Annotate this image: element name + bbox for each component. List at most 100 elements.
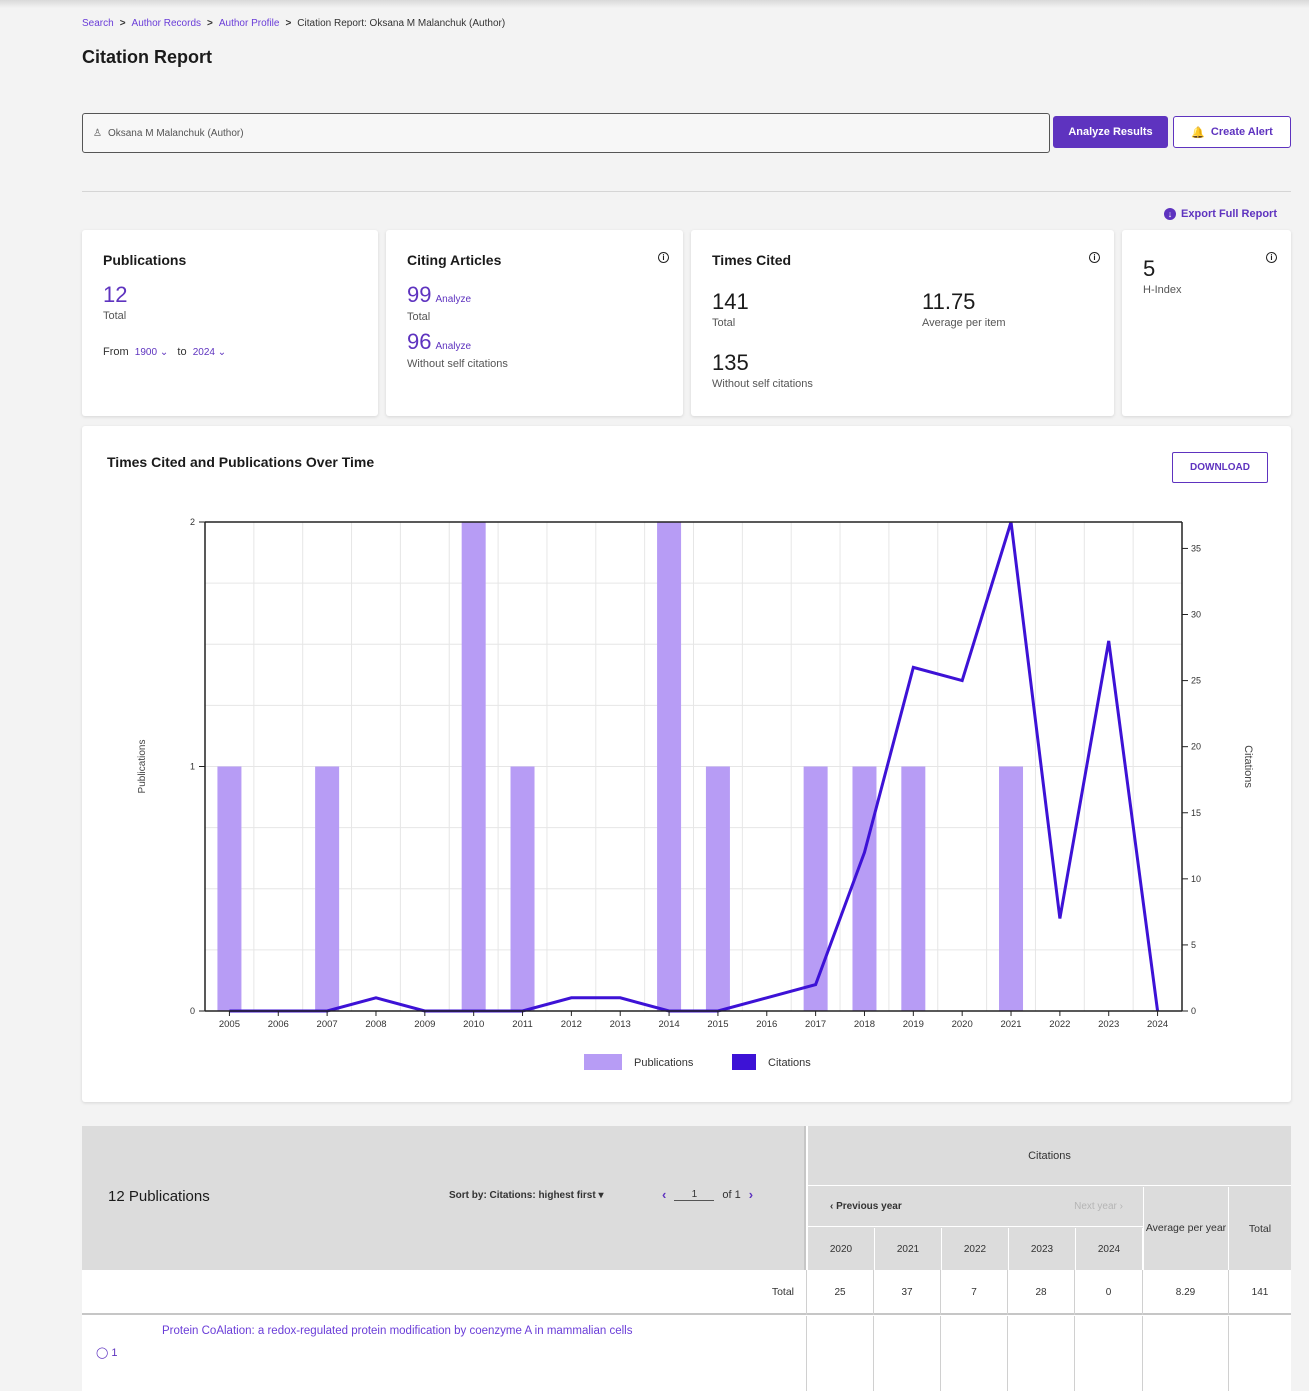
to-year-select[interactable]: 2024 ⌄: [193, 347, 226, 358]
info-icon[interactable]: i: [658, 252, 669, 263]
y-right-tick-label: 0: [1191, 1006, 1196, 1016]
pagination: ‹ 1 of 1 ›: [662, 1187, 753, 1202]
year-header: 2024: [1076, 1228, 1143, 1270]
sort-label: Sort by: Citations: highest first: [449, 1190, 596, 1201]
citations-publications-chart: 012051015202530352005 2006 2007 2008 2009 201…: [137, 517, 1254, 1070]
cell-border: [873, 1316, 874, 1391]
average-per-item: 11.75: [922, 289, 976, 314]
x-tick-label: 2016: [756, 1019, 777, 1030]
y-right-tick-label: 20: [1191, 742, 1201, 752]
next-year-label: Next year: [1074, 1201, 1117, 1212]
page-input[interactable]: 1: [674, 1189, 715, 1201]
export-full-report-link[interactable]: ↓ Export Full Report: [1164, 208, 1277, 220]
publications-total-label: Total: [103, 310, 127, 322]
analyze-citing-link[interactable]: Analyze: [435, 294, 471, 305]
x-tick-label: 2018: [854, 1019, 875, 1030]
y-tick-label: 2: [190, 517, 195, 527]
citing-title: Citing Articles: [407, 252, 502, 268]
citing-without-self[interactable]: 96: [407, 329, 431, 354]
year-header: 2023: [1009, 1228, 1076, 1270]
y-right-axis-label: Citations: [1242, 745, 1254, 788]
analyze-results-button[interactable]: Analyze Results: [1053, 116, 1168, 148]
publications-card: Publications 12 Total From 1900 ⌄ to 202…: [82, 230, 378, 416]
from-year-select[interactable]: 1900 ⌄: [135, 347, 168, 358]
info-icon[interactable]: i: [1266, 252, 1277, 263]
year-range: From 1900 ⌄ to 2024 ⌄: [103, 346, 357, 358]
total-header: Total: [1228, 1187, 1291, 1270]
y-right-tick-label: 10: [1191, 874, 1201, 884]
total-cell: 37: [873, 1270, 940, 1315]
person-icon: ♙: [93, 127, 102, 139]
from-year-value: 1900: [134, 347, 158, 358]
download-icon: ↓: [1164, 208, 1177, 220]
bell-icon: 🔔: [1191, 126, 1205, 139]
x-tick-label: 2010: [463, 1019, 484, 1030]
legend-label-publications: Publications: [634, 1057, 694, 1069]
avg-total-cell: 8.29: [1142, 1270, 1228, 1315]
year-nav: ‹ Previous year Next year ›: [808, 1187, 1143, 1227]
previous-year-button[interactable]: ‹ Previous year: [830, 1201, 902, 1212]
x-tick-label: 2022: [1049, 1019, 1070, 1030]
average-per-year-header: Average per year: [1143, 1187, 1228, 1270]
x-tick-label: 2013: [610, 1019, 631, 1030]
times-cited-title: Times Cited: [712, 252, 792, 268]
breadcrumb-author-records[interactable]: Author Records: [132, 18, 201, 29]
x-tick-label: 2008: [365, 1019, 386, 1030]
next-year-button[interactable]: Next year ›: [1074, 1201, 1123, 1212]
publication-bar: [999, 766, 1024, 1011]
x-tick-label: 2006: [268, 1019, 289, 1030]
y-right-tick-label: 30: [1191, 610, 1201, 620]
x-tick-label: 2019: [903, 1019, 924, 1030]
x-tick-label: 2017: [805, 1019, 826, 1030]
publication-bar: [217, 766, 242, 1011]
total-cell: 25: [806, 1270, 873, 1315]
prev-page-icon[interactable]: ‹: [662, 1187, 666, 1202]
info-icon[interactable]: i: [1089, 252, 1100, 263]
h-index-label: H-Index: [1143, 284, 1182, 296]
y-right-tick-label: 35: [1191, 543, 1201, 553]
legend-swatch-citations: [732, 1054, 756, 1070]
x-tick-label: 2005: [219, 1019, 240, 1030]
publication-title-link[interactable]: Protein CoAlation: a redox-regulated pro…: [162, 1325, 632, 1337]
create-alert-button[interactable]: 🔔 Create Alert: [1173, 116, 1291, 148]
export-label: Export Full Report: [1181, 208, 1277, 220]
publication-bar: [803, 766, 828, 1011]
total-cell: 28: [1007, 1270, 1074, 1315]
cell-border: [1007, 1316, 1008, 1391]
publication-bar: [852, 766, 877, 1011]
times-cited-total[interactable]: 141: [712, 291, 749, 313]
cell-border: [806, 1316, 807, 1391]
publication-bar: [461, 522, 486, 1011]
breadcrumb-sep: >: [285, 18, 292, 29]
publications-count: 12 Publications: [108, 1188, 210, 1205]
cell-border: [1228, 1316, 1229, 1391]
page-of: of 1: [722, 1188, 741, 1201]
year-header: 2021: [875, 1228, 942, 1270]
analyze-without-self-link[interactable]: Analyze: [435, 341, 471, 352]
legend-label-citations: Citations: [768, 1057, 811, 1069]
x-tick-label: 2011: [512, 1019, 532, 1030]
h-index-value: 5: [1143, 256, 1156, 281]
divider: [82, 191, 1291, 192]
breadcrumb-author-profile[interactable]: Author Profile: [219, 18, 280, 29]
citing-without-self-label: Without self citations: [407, 358, 508, 370]
y-right-tick-label: 5: [1191, 940, 1196, 950]
publications-table: 12 Publications Sort by: Citations: high…: [82, 1126, 1291, 1391]
x-tick-label: 2023: [1098, 1019, 1119, 1030]
next-page-icon[interactable]: ›: [749, 1187, 753, 1202]
cell-border: [1074, 1316, 1075, 1391]
times-cited-card: Times Cited i 141 Total 11.75 Average pe…: [691, 230, 1114, 416]
publications-total[interactable]: 12: [103, 284, 357, 306]
citing-total[interactable]: 99: [407, 282, 431, 307]
search-query-field[interactable]: ♙ Oksana M Malanchuk (Author): [82, 113, 1050, 153]
total-row-label: Total: [771, 1286, 794, 1298]
breadcrumb-search[interactable]: Search: [82, 18, 114, 29]
breadcrumb-sep: >: [207, 18, 213, 29]
sort-dropdown[interactable]: Sort by: Citations: highest first ▾: [449, 1190, 603, 1201]
x-tick-label: 2014: [659, 1019, 680, 1030]
h-index-card: i 5 H-Index: [1122, 230, 1291, 416]
x-tick-label: 2012: [561, 1019, 582, 1030]
publication-bar: [705, 766, 730, 1011]
times-cited-without-self[interactable]: 135: [712, 352, 813, 374]
total-cell: 0: [1074, 1270, 1142, 1315]
